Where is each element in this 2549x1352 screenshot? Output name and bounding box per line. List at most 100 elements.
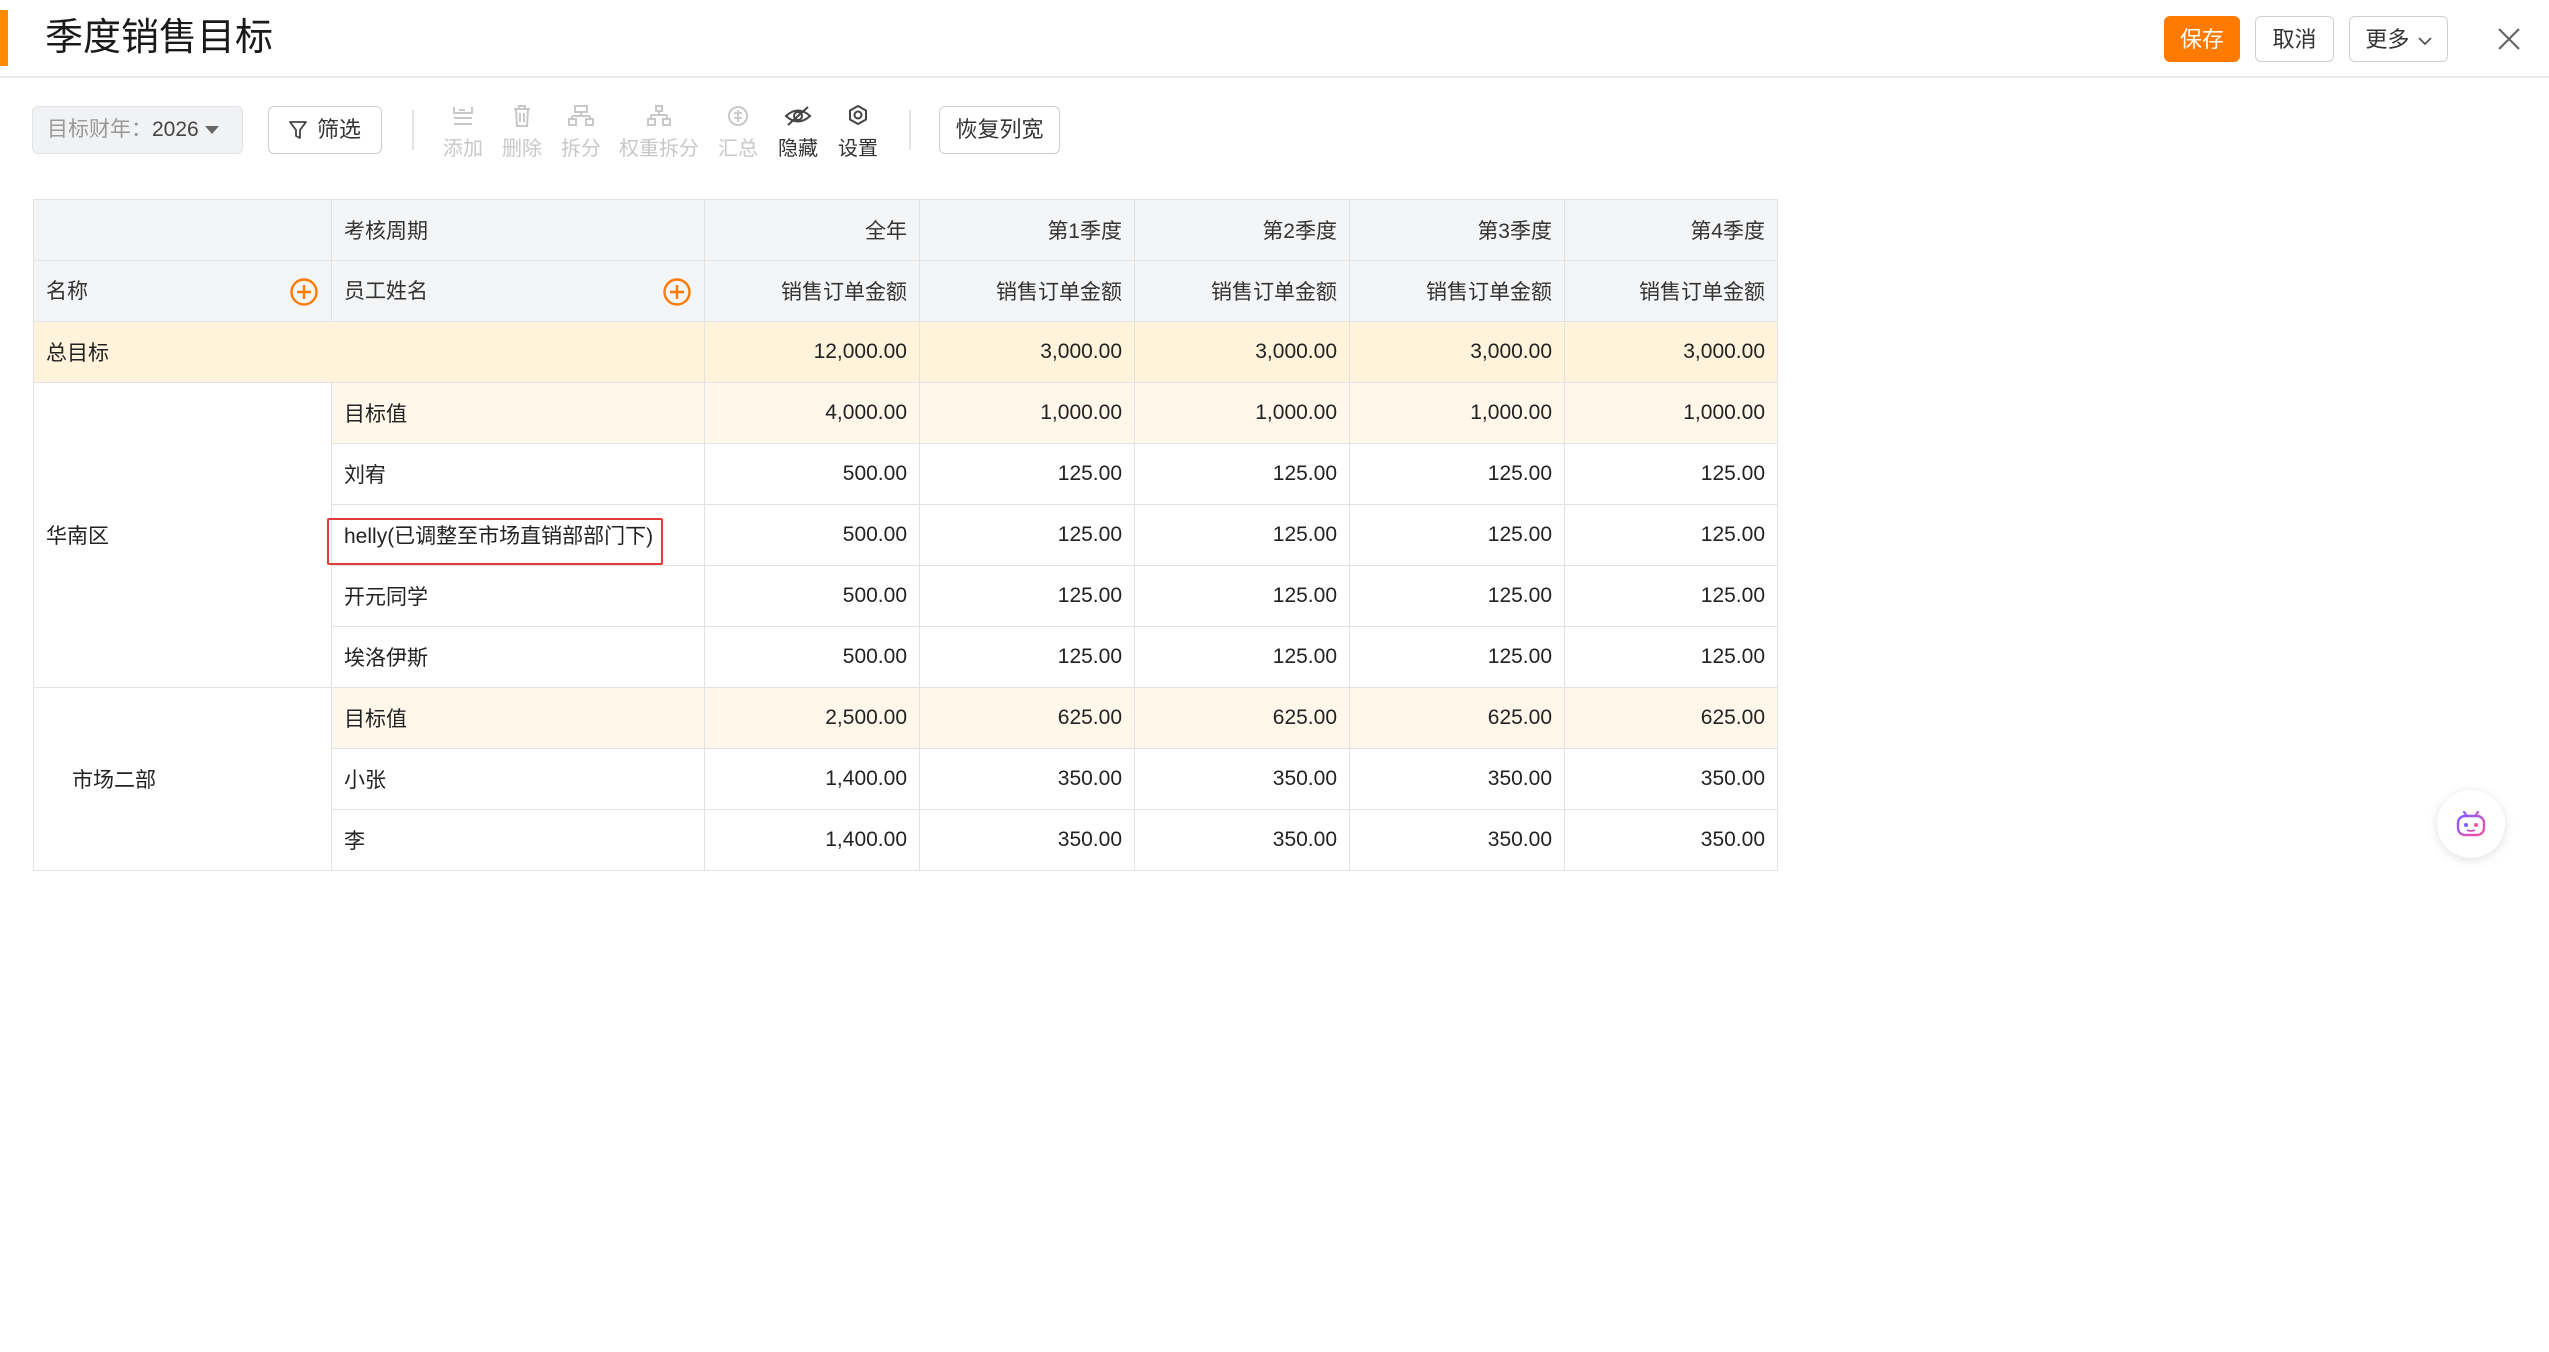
fiscal-year-value: 2026 — [152, 118, 199, 141]
trash-icon — [514, 105, 530, 127]
total-value-cell[interactable]: 3,000.00 — [919, 321, 1135, 383]
value-cell[interactable]: 125.00 — [1349, 626, 1565, 688]
metric-col-header: 销售订单金额 — [1564, 260, 1778, 322]
toolbar-divider — [412, 110, 414, 150]
target-value-cell[interactable]: 625.00 — [1349, 687, 1565, 749]
hide-label: 隐藏 — [778, 138, 818, 160]
value-cell[interactable]: 125.00 — [1134, 443, 1350, 505]
group-name: 市场二部 — [72, 769, 156, 792]
period-col-header[interactable]: 第3季度 — [1349, 199, 1565, 261]
value-cell[interactable]: 125.00 — [1564, 565, 1778, 627]
cancel-button[interactable]: 取消 — [2255, 16, 2334, 62]
value-cell[interactable]: 125.00 — [919, 504, 1135, 566]
gear-icon — [849, 105, 867, 125]
value-cell[interactable]: 125.00 — [1134, 626, 1350, 688]
employee-col-label: 员工姓名 — [344, 280, 428, 303]
value-cell[interactable]: 125.00 — [1349, 443, 1565, 505]
value-cell[interactable]: 125.00 — [919, 443, 1135, 505]
value-cell[interactable]: 125.00 — [1134, 504, 1350, 566]
value-cell[interactable]: 125.00 — [919, 626, 1135, 688]
delete-label: 删除 — [502, 138, 542, 160]
target-value-cell[interactable]: 1,000.00 — [1349, 382, 1565, 444]
weight-split-tool[interactable]: 权重拆分 — [614, 104, 704, 161]
value-cell[interactable]: 350.00 — [1564, 748, 1778, 810]
total-target-row: 总目标 12,000.00 3,000.00 3,000.00 3,000.00… — [33, 321, 1778, 383]
value-cell[interactable]: 500.00 — [704, 565, 920, 627]
target-value-cell[interactable]: 1,000.00 — [1134, 382, 1350, 444]
add-row-tool[interactable]: 添加 — [438, 104, 488, 161]
employee-name-cell[interactable]: 刘宥 — [331, 443, 705, 505]
filter-button[interactable]: 筛选 — [268, 106, 382, 154]
target-value-cell[interactable]: 1,000.00 — [1564, 382, 1778, 444]
header-blank-cell — [33, 199, 332, 261]
header-row-period: 考核周期 全年 第1季度 第2季度 第3季度 第4季度 — [33, 199, 1778, 261]
value-cell[interactable]: 350.00 — [1349, 809, 1565, 871]
save-button[interactable]: 保存 — [2164, 16, 2240, 62]
value-cell[interactable]: 125.00 — [1564, 504, 1778, 566]
more-label: 更多 — [2365, 26, 2410, 52]
delete-tool[interactable]: 删除 — [497, 104, 547, 161]
value-cell[interactable]: 125.00 — [1564, 626, 1778, 688]
value-cell[interactable]: 1,400.00 — [704, 748, 920, 810]
employee-name-cell[interactable]: 李 — [331, 809, 705, 871]
chevron-down-icon — [2417, 37, 2432, 45]
target-value-cell[interactable]: 625.00 — [919, 687, 1135, 749]
total-value-cell[interactable]: 3,000.00 — [1349, 321, 1565, 383]
value-cell[interactable]: 350.00 — [919, 748, 1135, 810]
value-cell[interactable]: 350.00 — [1134, 809, 1350, 871]
value-cell[interactable]: 125.00 — [1564, 443, 1778, 505]
period-col-header[interactable]: 第1季度 — [919, 199, 1135, 261]
value-cell[interactable]: 350.00 — [1349, 748, 1565, 810]
value-cell[interactable]: 500.00 — [704, 504, 920, 566]
more-button[interactable]: 更多 — [2349, 16, 2448, 62]
split-tool[interactable]: 拆分 — [556, 104, 606, 161]
employee-name-cell[interactable]: 开元同学 — [331, 565, 705, 627]
split-label: 拆分 — [561, 138, 601, 160]
metric-col-header: 销售订单金额 — [919, 260, 1135, 322]
value-cell[interactable]: 350.00 — [1134, 748, 1350, 810]
period-col-header[interactable]: 第2季度 — [1134, 199, 1350, 261]
value-cell[interactable]: 125.00 — [1134, 565, 1350, 627]
total-value-cell[interactable]: 3,000.00 — [1564, 321, 1778, 383]
target-value-cell[interactable]: 625.00 — [1564, 687, 1778, 749]
value-cell[interactable]: 350.00 — [919, 809, 1135, 871]
name-col-label: 名称 — [46, 280, 88, 303]
target-value-cell[interactable]: 1,000.00 — [919, 382, 1135, 444]
total-value-cell[interactable]: 3,000.00 — [1134, 321, 1350, 383]
value-cell[interactable]: 125.00 — [1349, 504, 1565, 566]
sales-target-table: 考核周期 全年 第1季度 第2季度 第3季度 第4季度 名称 员工姓名 销售订单… — [33, 199, 1778, 871]
target-value-cell[interactable]: 4,000.00 — [704, 382, 920, 444]
employee-name-cell[interactable]: 小张 — [331, 748, 705, 810]
period-col-header[interactable]: 全年 — [704, 199, 920, 261]
target-value-cell[interactable]: 2,500.00 — [704, 687, 920, 749]
group-name-cell[interactable]: 市场二部 — [33, 687, 332, 871]
value-cell[interactable]: 125.00 — [919, 565, 1135, 627]
value-cell[interactable]: 500.00 — [704, 443, 920, 505]
close-icon[interactable] — [2494, 24, 2524, 54]
value-cell[interactable]: 350.00 — [1564, 809, 1778, 871]
employee-name-cell[interactable]: helly(已调整至市场直销部部门下) — [331, 504, 705, 566]
employee-name-cell[interactable]: 埃洛伊斯 — [331, 626, 705, 688]
target-value-cell[interactable]: 625.00 — [1134, 687, 1350, 749]
restore-column-width-button[interactable]: 恢复列宽 — [939, 106, 1060, 154]
sum-tool[interactable]: 汇总 — [713, 104, 763, 161]
settings-tool[interactable]: 设置 — [833, 104, 883, 161]
fiscal-year-select[interactable]: 目标财年：2026 — [32, 106, 243, 154]
header-bar: 季度销售目标 保存 取消 更多 — [0, 0, 2549, 78]
add-circle-icon[interactable] — [662, 277, 692, 307]
title-accent-bar — [0, 10, 8, 66]
hide-tool[interactable]: 隐藏 — [773, 104, 823, 161]
add-circle-icon[interactable] — [289, 277, 319, 307]
value-cell[interactable]: 125.00 — [1349, 565, 1565, 627]
employee-col-header: 员工姓名 — [331, 260, 705, 322]
name-col-header: 名称 — [33, 260, 332, 322]
value-cell[interactable]: 1,400.00 — [704, 809, 920, 871]
total-target-label: 总目标 — [33, 321, 705, 383]
total-value-cell[interactable]: 12,000.00 — [704, 321, 920, 383]
period-col-header[interactable]: 第4季度 — [1564, 199, 1778, 261]
assistant-bot-button[interactable] — [2437, 790, 2505, 858]
caret-down-icon — [204, 126, 219, 135]
group-name-cell[interactable]: 华南区 — [33, 382, 332, 688]
add-row-icon — [453, 107, 473, 125]
value-cell[interactable]: 500.00 — [704, 626, 920, 688]
